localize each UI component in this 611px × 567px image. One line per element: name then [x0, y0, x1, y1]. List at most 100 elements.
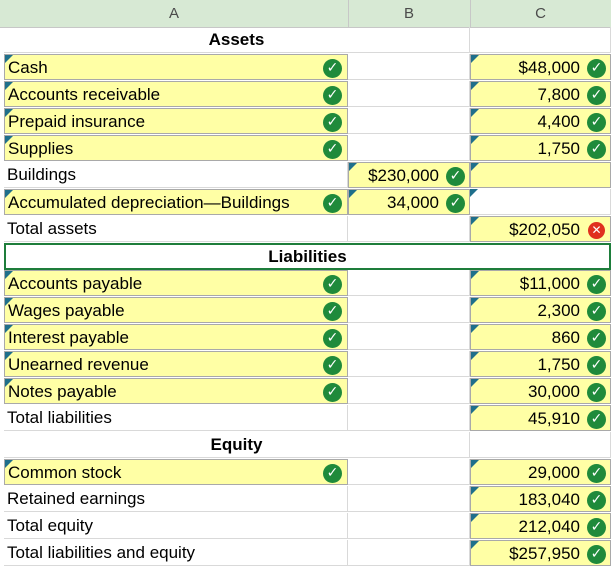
total-liab-label-cell[interactable]: Total liabilities	[4, 405, 348, 431]
cash-b-cell[interactable]	[348, 54, 470, 80]
row-total-equity: Total equity 212,040 ✓	[0, 513, 611, 540]
retained-label: Retained earnings	[7, 489, 145, 508]
comment-indicator-icon	[5, 298, 13, 306]
supplies-label: Supplies	[8, 139, 74, 158]
row-cash: Cash ✓ $48,000 ✓	[0, 54, 611, 81]
accdep-b-cell[interactable]: 34,000 ✓	[348, 189, 470, 215]
prepaid-b-cell[interactable]	[348, 108, 470, 134]
comment-indicator-icon	[5, 109, 13, 117]
comment-indicator-icon	[471, 460, 479, 468]
interest-label-cell[interactable]: Interest payable ✓	[4, 324, 348, 350]
total-assets-label-cell[interactable]: Total assets	[4, 216, 348, 242]
total-le-c-cell[interactable]: $257,950 ✓	[470, 540, 611, 566]
comment-indicator-icon	[471, 55, 479, 63]
cash-label-cell[interactable]: Cash ✓	[4, 54, 348, 80]
comment-indicator-icon	[471, 352, 479, 360]
check-icon: ✓	[446, 167, 465, 186]
unearned-value: 1,750	[537, 355, 580, 374]
ap-label-cell[interactable]: Accounts payable ✓	[4, 270, 348, 296]
assets-header[interactable]: Assets	[4, 27, 470, 53]
interest-b-cell[interactable]	[348, 324, 470, 350]
supplies-b-cell[interactable]	[348, 135, 470, 161]
notes-c-cell[interactable]: 30,000 ✓	[470, 378, 611, 404]
wages-label-cell[interactable]: Wages payable ✓	[4, 297, 348, 323]
notes-label-cell[interactable]: Notes payable ✓	[4, 378, 348, 404]
common-c-cell[interactable]: 29,000 ✓	[470, 459, 611, 485]
retained-b-cell[interactable]	[348, 486, 470, 512]
total-equity-value: 212,040	[518, 517, 580, 536]
wages-b-cell[interactable]	[348, 297, 470, 323]
buildings-b-cell[interactable]: $230,000 ✓	[348, 162, 470, 188]
ar-c-cell[interactable]: 7,800 ✓	[470, 81, 611, 107]
spreadsheet: A B C Assets Cash ✓ $48,000 ✓ Accounts r…	[0, 0, 611, 566]
comment-indicator-icon	[471, 271, 479, 279]
check-icon: ✓	[323, 464, 342, 483]
cell-c[interactable]	[470, 432, 611, 458]
wages-value: 2,300	[537, 301, 580, 320]
prepaid-c-cell[interactable]: 4,400 ✓	[470, 108, 611, 134]
comment-indicator-icon	[5, 271, 13, 279]
row-accounts-payable: Accounts payable ✓ $11,000 ✓	[0, 270, 611, 297]
ar-b-cell[interactable]	[348, 81, 470, 107]
check-icon: ✓	[587, 59, 606, 78]
total-le-label-cell[interactable]: Total liabilities and equity	[4, 540, 348, 566]
total-assets-b-cell[interactable]	[348, 216, 470, 242]
row-total-assets: Total assets $202,050 ✕	[0, 216, 611, 243]
prepaid-label: Prepaid insurance	[8, 112, 146, 131]
supplies-label-cell[interactable]: Supplies ✓	[4, 135, 348, 161]
notes-label: Notes payable	[8, 382, 117, 401]
common-label-cell[interactable]: Common stock ✓	[4, 459, 348, 485]
comment-indicator-icon	[471, 379, 479, 387]
comment-indicator-icon	[5, 55, 13, 63]
unearned-c-cell[interactable]: 1,750 ✓	[470, 351, 611, 377]
retained-label-cell[interactable]: Retained earnings	[4, 486, 348, 512]
check-icon: ✓	[323, 113, 342, 132]
check-icon: ✓	[323, 140, 342, 159]
row-total-liabilities: Total liabilities 45,910 ✓	[0, 405, 611, 432]
accdep-c-cell[interactable]	[470, 189, 611, 215]
row-wages-payable: Wages payable ✓ 2,300 ✓	[0, 297, 611, 324]
liabilities-header[interactable]: Liabilities	[4, 243, 611, 270]
interest-c-cell[interactable]: 860 ✓	[470, 324, 611, 350]
prepaid-label-cell[interactable]: Prepaid insurance ✓	[4, 108, 348, 134]
total-assets-c-cell[interactable]: $202,050 ✕	[470, 216, 611, 242]
check-icon: ✓	[323, 86, 342, 105]
total-liab-c-cell[interactable]: 45,910 ✓	[470, 405, 611, 431]
accdep-label-cell[interactable]: Accumulated depreciation—Buildings ✓	[4, 189, 348, 215]
buildings-value: $230,000	[368, 166, 439, 185]
check-icon: ✓	[587, 410, 606, 429]
supplies-c-cell[interactable]: 1,750 ✓	[470, 135, 611, 161]
retained-value: 183,040	[518, 490, 580, 509]
cell-c[interactable]	[470, 27, 611, 53]
total-liab-b-cell[interactable]	[348, 405, 470, 431]
unearned-b-cell[interactable]	[348, 351, 470, 377]
accdep-label: Accumulated depreciation—Buildings	[8, 193, 290, 212]
buildings-c-cell[interactable]	[470, 162, 611, 188]
common-b-cell[interactable]	[348, 459, 470, 485]
retained-c-cell[interactable]: 183,040 ✓	[470, 486, 611, 512]
cash-c-cell[interactable]: $48,000 ✓	[470, 54, 611, 80]
comment-indicator-icon	[471, 541, 479, 549]
column-header-b[interactable]: B	[348, 0, 471, 27]
check-icon: ✓	[323, 383, 342, 402]
ar-label-cell[interactable]: Accounts receivable ✓	[4, 81, 348, 107]
total-equity-c-cell[interactable]: 212,040 ✓	[470, 513, 611, 539]
unearned-label-cell[interactable]: Unearned revenue ✓	[4, 351, 348, 377]
row-retained-earnings: Retained earnings 183,040 ✓	[0, 486, 611, 513]
column-header-a[interactable]: A	[0, 0, 349, 27]
comment-indicator-icon	[5, 136, 13, 144]
equity-header[interactable]: Equity	[4, 432, 470, 458]
total-equity-b-cell[interactable]	[348, 513, 470, 539]
common-label: Common stock	[8, 463, 122, 482]
buildings-label-cell[interactable]: Buildings	[4, 162, 348, 188]
ap-b-cell[interactable]	[348, 270, 470, 296]
wages-c-cell[interactable]: 2,300 ✓	[470, 297, 611, 323]
comment-indicator-icon	[471, 163, 479, 171]
check-icon: ✓	[587, 518, 606, 537]
ap-c-cell[interactable]: $11,000 ✓	[470, 270, 611, 296]
liabilities-header-row: Liabilities	[0, 243, 611, 270]
notes-b-cell[interactable]	[348, 378, 470, 404]
total-le-b-cell[interactable]	[348, 540, 470, 566]
total-equity-label-cell[interactable]: Total equity	[4, 513, 348, 539]
column-header-c[interactable]: C	[470, 0, 611, 27]
